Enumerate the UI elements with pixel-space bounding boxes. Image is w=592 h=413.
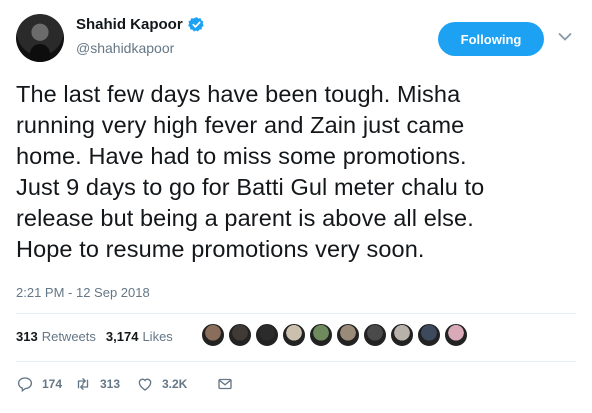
liker-avatar[interactable]	[309, 323, 333, 347]
envelope-icon	[218, 378, 232, 390]
direct-message-button[interactable]	[216, 375, 242, 393]
retweet-icon	[77, 378, 89, 390]
retweet-button[interactable]: 313	[74, 375, 136, 393]
liker-avatar[interactable]	[336, 323, 360, 347]
following-button[interactable]: Following	[438, 22, 544, 56]
divider	[16, 361, 576, 362]
liker-avatar[interactable]	[282, 323, 306, 347]
liker-avatar[interactable]	[201, 323, 225, 347]
reply-icon	[17, 377, 33, 393]
liker-avatar[interactable]	[417, 323, 441, 347]
chevron-down-icon[interactable]	[558, 32, 572, 42]
liker-avatars	[201, 323, 468, 347]
like-count: 3.2K	[162, 377, 188, 391]
retweets-count: 313	[16, 329, 38, 344]
liker-avatar[interactable]	[444, 323, 468, 347]
liker-avatar[interactable]	[228, 323, 252, 347]
retweets-label: Retweets	[41, 329, 96, 344]
liker-avatar[interactable]	[390, 323, 414, 347]
retweets-stat[interactable]: 313 Retweets	[16, 329, 96, 344]
tweet-text: The last few days have been tough. Misha…	[16, 81, 485, 262]
divider	[16, 313, 576, 314]
tweet-actions: 174 313 3.2K	[16, 375, 242, 393]
heart-icon	[138, 378, 152, 391]
tweet-timestamp[interactable]: 2:21 PM - 12 Sep 2018	[16, 285, 150, 300]
liker-avatar[interactable]	[363, 323, 387, 347]
author-handle[interactable]: @shahidkapoor	[76, 40, 174, 56]
likes-stat[interactable]: 3,174 Likes	[106, 329, 173, 344]
reply-count: 174	[42, 377, 63, 391]
like-button[interactable]: 3.2K	[136, 375, 216, 393]
retweet-count: 313	[100, 377, 121, 391]
liker-avatar[interactable]	[255, 323, 279, 347]
author-name[interactable]: Shahid Kapoor	[76, 16, 183, 33]
likes-label: Likes	[142, 329, 173, 344]
reply-button[interactable]: 174	[16, 375, 74, 393]
verified-badge-icon	[187, 17, 204, 32]
author-name-row: Shahid Kapoor	[76, 16, 205, 33]
avatar[interactable]	[16, 14, 64, 62]
engagement-stats: 313 Retweets 3,174 Likes	[16, 329, 183, 344]
likes-count: 3,174	[105, 329, 139, 344]
